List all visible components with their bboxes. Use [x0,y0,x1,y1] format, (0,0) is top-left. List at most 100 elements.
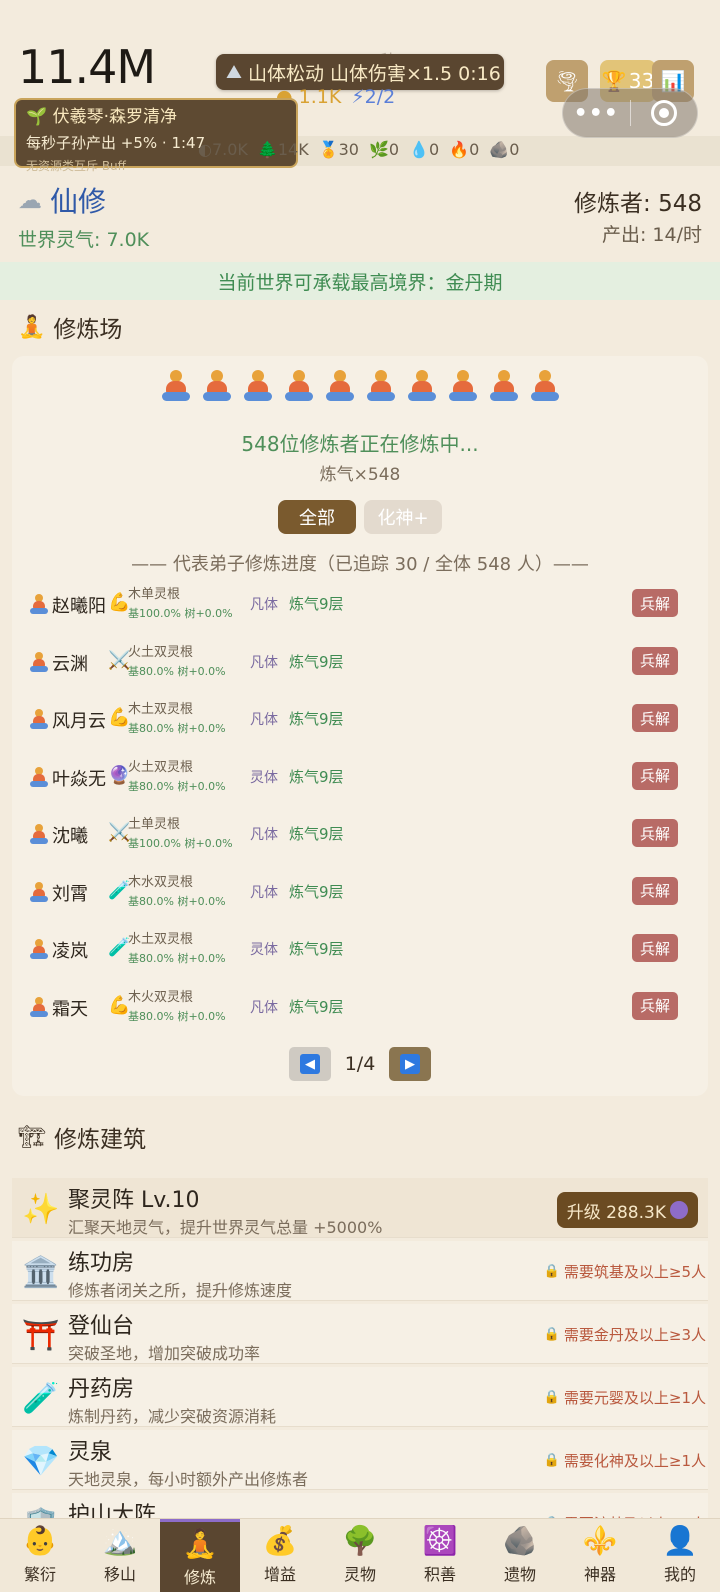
top-hud: 11.4M +101%/秒 ⛰ 山体松动 山体伤害×1.5 0:16 ● 1.1… [0,0,720,173]
upgrade-button[interactable]: 升级 288.3K [556,1192,698,1228]
herb-icon: 🌿 [368,140,389,159]
meditating-figure-icon [366,370,395,404]
building-alchemy-room[interactable]: 🧪 丹药房 炼制丹药，减少突破资源消耗 🔒 需要元婴及以上≥1人 [12,1367,708,1427]
nav-artifact[interactable]: ⚜️ 神器 [560,1519,640,1592]
total-value: 11.4M [18,40,156,94]
filter-huashen-button[interactable]: 化神+ [364,500,442,534]
bingjie-button[interactable]: 兵解 [632,819,678,847]
requirement-lock: 🔒 需要筑基及以上≥5人 [543,1263,706,1281]
bingjie-button[interactable]: 兵解 [632,991,678,1020]
body-type: 灵体 [250,942,278,958]
more-menu-button[interactable]: ••• [563,101,630,126]
meditation-icon: 🧘 [18,314,46,340]
bingjie-button[interactable]: 兵解 [632,934,678,962]
spirit-gem-icon [670,1201,688,1219]
resource-tree: 🌲14K [257,140,309,159]
arrow-right-icon: ▶ [400,1054,420,1074]
base-stats: 基100.0% 树+0.0% [128,837,233,850]
requirement-lock: 🔒 需要元婴及以上≥1人 [543,1389,706,1407]
reproduce-icon: 👶 [22,1524,58,1557]
base-stats: 基80.0% 树+0.0% [128,664,226,678]
building-training-room[interactable]: 🏛️ 练功房 修炼者闭关之所，提升修炼速度 🔒 需要筑基及以上≥5人 [12,1241,708,1301]
resource-stone: 🪨0 [489,140,520,159]
alchemy-room-icon: 🧪 [22,1380,60,1416]
ascension-platform-icon: ⛩️ [22,1317,60,1353]
meditating-figure-icon [448,370,477,404]
cultivator-count: 修炼者: 548 [574,191,702,217]
meditating-figure-icon [243,370,272,404]
mountain-icon: ⛰ [226,61,242,83]
bingjie-button[interactable]: 兵解 [632,876,678,905]
disciple-figure-icon [30,939,48,961]
realm-level: 炼气9层 [289,997,344,1016]
building-name: 登仙台 [68,1314,135,1339]
building-name: 丹药房 [68,1377,135,1402]
medal-icon: 🏅 [318,140,339,159]
disciple-figure-icon [30,824,48,846]
building-spirit-spring[interactable]: 💎 灵泉 天地灵泉，每小时额外产出修炼者 🔒 需要化神及以上≥1人 [12,1430,708,1490]
realm-level: 炼气9层 [289,595,344,613]
event-banner[interactable]: ⛰ 山体松动 山体伤害×1.5 0:16 [216,54,504,90]
nav-relic[interactable]: 🪨 遗物 [480,1519,560,1592]
nav-label: 神器 [583,1565,616,1584]
base-stats: 基80.0% 树+0.0% [128,722,226,735]
nav-label: 遗物 [503,1565,536,1584]
boost-icon: 💰 [262,1524,298,1557]
bingjie-button[interactable]: 兵解 [632,761,678,790]
building-desc: 修炼者闭关之所，提升修炼速度 [68,1281,293,1300]
disciple-row: 凌岚 🧪 水土双灵根 基80.0% 树+0.0% 灵体 炼气9层 兵解 [30,925,694,975]
bingjie-button[interactable]: 兵解 [632,704,678,732]
meditating-figure-icon [530,370,559,404]
next-page-button[interactable]: ▶ [389,1047,431,1081]
nav-cultivate[interactable]: 🧘 修炼 [160,1519,240,1592]
bingjie-button[interactable]: 兵解 [632,646,678,675]
resource-row: ◐7.0K 🌲14K 🏅30 🌿0 💧0 🔥0 🪨0 [198,140,519,159]
pagination: ◀ 1/4 ▶ [0,1047,720,1081]
close-miniprogram-button[interactable] [631,100,698,126]
lightning-icon: ⚡ [351,86,365,108]
bingjie-button[interactable]: 兵解 [632,589,678,617]
disciple-name[interactable]: 刘霄 [52,880,88,906]
disciple-name[interactable]: 赵曦阳 [52,592,106,618]
profile-icon: 👤 [662,1524,698,1557]
nav-spirit-item[interactable]: 🌳 灵物 [320,1519,400,1592]
realm-limit-bar: 当前世界可承载最高境界：金丹期 [0,262,720,300]
realm-level: 炼气9层 [289,710,344,728]
lock-icon: 🔒 [543,1264,560,1279]
spirit-root: 木单灵根 [128,587,181,602]
training-summary: 炼气×548 [319,465,401,485]
spirit-root: 水土双灵根 [128,932,194,947]
buildings-section-title: 🏗 修炼建筑 [18,1124,146,1154]
spirit-item-icon: 🌳 [342,1524,378,1557]
body-type: 灵体 [250,769,278,786]
disciple-name[interactable]: 沈曦 [52,822,88,848]
spirit-root: 木火双灵根 [128,989,194,1005]
disciple-name[interactable]: 云渊 [52,650,88,676]
nav-boost[interactable]: 💰 增益 [240,1519,320,1592]
filter-all-button[interactable]: 全部 [278,500,356,534]
building-ascension-platform[interactable]: ⛩️ 登仙台 突破圣地，增加突破成功率 🔒 需要金丹及以上≥3人 [12,1304,708,1364]
disciple-name[interactable]: 叶焱无 [52,765,106,791]
disciple-figure-icon [30,594,48,616]
nav-merit[interactable]: ☸️ 积善 [400,1519,480,1592]
building-gathering-array[interactable]: ✨ 聚灵阵 Lv.10 汇聚天地灵气，提升世界灵气总量 +5000% 升级 288.3… [12,1178,708,1238]
meditating-figure-icon [161,370,190,404]
disciple-name[interactable]: 霜天 [52,995,88,1021]
prev-page-button[interactable]: ◀ [289,1047,331,1081]
realm-level: 炼气9层 [289,825,344,843]
spirit-root: 木水双灵根 [128,874,194,890]
spirit-root: 土单灵根 [128,817,181,832]
disciple-name[interactable]: 风月云 [52,707,106,733]
nav-move-mountain[interactable]: 🏔️ 移山 [80,1519,160,1592]
target-icon [650,100,677,126]
nav-profile[interactable]: 👤 我的 [640,1519,720,1592]
relic-icon: 🪨 [502,1524,538,1557]
miniprogram-capsule: ••• [562,88,698,138]
building-name: 练功房 [68,1251,135,1276]
cultivate-icon: 🧘 [182,1527,218,1560]
output-rate: 产出: 14/时 [601,224,702,246]
disciple-name[interactable]: 凌岚 [52,937,88,963]
artifact-icon: ⚜️ [582,1524,618,1557]
building-desc: 突破圣地，增加突破成功率 [68,1344,261,1363]
nav-reproduce[interactable]: 👶 繁衍 [0,1519,80,1592]
